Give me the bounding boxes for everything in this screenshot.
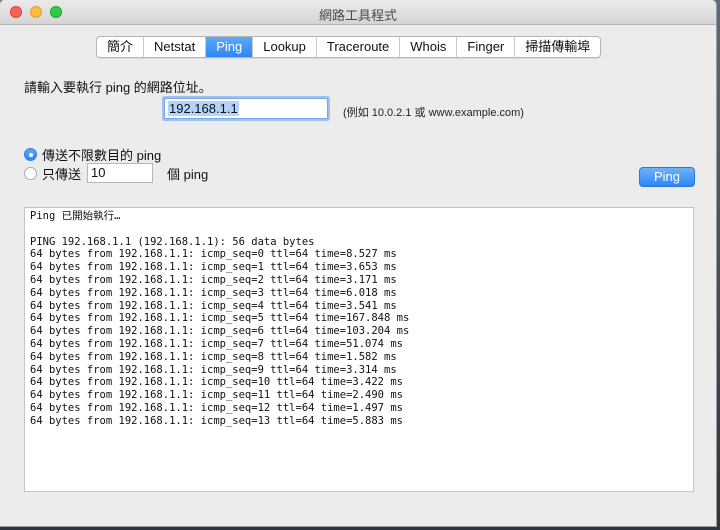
unlimited-radio-label: 傳送不限數目的 ping [42,148,162,163]
output-line: 64 bytes from 192.168.1.1: icmp_seq=0 tt… [30,248,397,261]
window-title: 網路工具程式 [318,8,397,23]
output-line: 64 bytes from 192.168.1.1: icmp_seq=3 tt… [30,286,397,299]
limited-radio[interactable] [24,166,37,180]
output-line: 64 bytes from 192.168.1.1: icmp_seq=11 t… [30,389,403,402]
tab-lookup[interactable]: Lookup [253,37,317,57]
output-line: 64 bytes from 192.168.1.1: icmp_seq=2 tt… [30,273,397,286]
limited-ping-option[interactable]: 只傳送 10 個 ping [24,163,208,183]
limited-radio-label: 只傳送 [42,166,82,182]
output-line: 64 bytes from 192.168.1.1: icmp_seq=13 t… [30,414,403,427]
output-line: 64 bytes from 192.168.1.1: icmp_seq=12 t… [30,401,403,414]
ping-output-area[interactable]: Ping 已開始執行… PING 192.168.1.1 (192.168.1.1… [24,207,694,492]
address-example-hint: (例如 10.0.2.1 或 www.example.com) [343,107,524,119]
tab-bar: 簡介 Netstat Ping Lookup Traceroute Whois … [96,36,602,58]
output-line: 64 bytes from 192.168.1.1: icmp_seq=7 tt… [30,337,403,350]
ping-count-input[interactable]: 10 [87,163,154,183]
ping-button[interactable]: Ping [639,167,695,187]
tab-info[interactable]: 簡介 [97,37,145,57]
address-input-value: 192.168.1.1 [168,101,239,116]
output-line: 64 bytes from 192.168.1.1: icmp_seq=8 tt… [30,350,397,363]
tab-whois[interactable]: Whois [400,37,458,57]
output-line: 64 bytes from 192.168.1.1: icmp_seq=1 tt… [30,261,397,274]
network-utility-window: 網路工具程式 簡介 Netstat Ping Lookup Traceroute… [0,0,716,526]
output-line: 64 bytes from 192.168.1.1: icmp_seq=10 t… [30,376,403,389]
output-line: Ping 已開始執行… [30,210,121,222]
tab-ping[interactable]: Ping [206,37,254,57]
title-bar[interactable]: 網路工具程式 [0,0,716,25]
address-prompt: 請輸入要執行 ping 的網路位址。 [24,80,212,95]
window-content: 簡介 Netstat Ping Lookup Traceroute Whois … [0,25,716,526]
output-line: PING 192.168.1.1 (192.168.1.1): 56 data … [30,235,315,248]
tab-traceroute[interactable]: Traceroute [317,37,401,57]
tab-finger[interactable]: Finger [457,37,516,57]
address-input[interactable]: 192.168.1.1 [164,98,328,119]
ping-count-suffix: 個 ping [167,166,209,182]
tab-port-scan[interactable]: 掃描傳輸埠 [515,37,600,57]
unlimited-ping-option[interactable]: 傳送不限數目的 ping [24,145,161,164]
output-line: 64 bytes from 192.168.1.1: icmp_seq=4 tt… [30,299,397,312]
output-line: 64 bytes from 192.168.1.1: icmp_seq=6 tt… [30,325,410,338]
output-line: 64 bytes from 192.168.1.1: icmp_seq=9 tt… [30,363,397,376]
tab-netstat[interactable]: Netstat [144,37,207,57]
unlimited-radio[interactable] [24,148,37,161]
output-line: 64 bytes from 192.168.1.1: icmp_seq=5 tt… [30,312,410,325]
